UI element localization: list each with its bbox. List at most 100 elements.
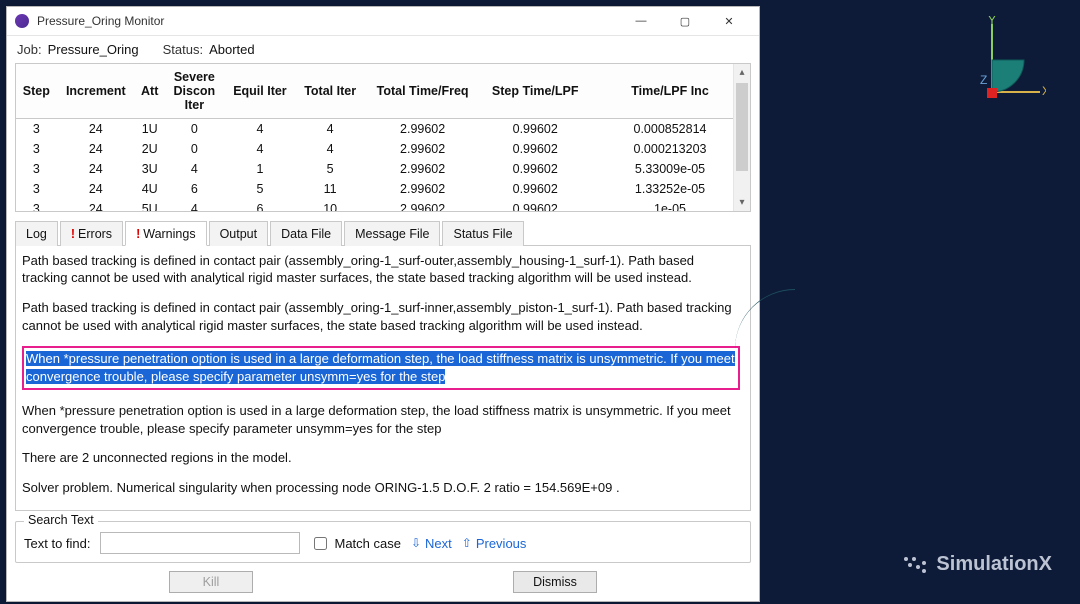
cell-step: 3 [16, 119, 57, 139]
cell-total_time: 2.99602 [365, 159, 481, 179]
tab-message-file[interactable]: Message File [344, 221, 440, 246]
warning-text: Solver problem. Numerical singularity wh… [22, 479, 740, 497]
table-row[interactable]: 3242U0442.996020.996020.000213203 [16, 139, 750, 159]
cell-tlpf_inc: 1e-05 [590, 199, 750, 212]
table-row[interactable]: 3244U65112.996020.996021.33252e-05 [16, 179, 750, 199]
col-att[interactable]: Att [135, 64, 164, 119]
cell-step: 3 [16, 159, 57, 179]
watermark: SimulationX [902, 553, 1052, 576]
search-input[interactable] [100, 532, 300, 554]
cell-total_iter: 5 [296, 159, 365, 179]
cell-total_iter: 10 [296, 199, 365, 212]
col-equil[interactable]: Equil Iter [224, 64, 295, 119]
cell-att: 2U [135, 139, 164, 159]
arrow-up-icon: ⇧ [462, 536, 472, 550]
tab-log[interactable]: Log [15, 221, 58, 246]
cell-step_time: 0.99602 [480, 199, 590, 212]
tab-errors[interactable]: !Errors [60, 221, 123, 246]
arrow-down-icon: ⇩ [411, 536, 421, 550]
table-row[interactable]: 3243U4152.996020.996025.33009e-05 [16, 159, 750, 179]
cell-step: 3 [16, 199, 57, 212]
job-name: Pressure_Oring [48, 42, 139, 57]
cell-severe: 4 [164, 199, 224, 212]
cell-att: 4U [135, 179, 164, 199]
tab-warnings-label: Warnings [143, 227, 195, 241]
minimize-button[interactable]: — [619, 7, 663, 35]
svg-text:Z: Z [980, 73, 987, 87]
match-case-input[interactable] [314, 537, 327, 550]
tab-errors-label: Errors [78, 227, 112, 241]
cell-total_time: 2.99602 [365, 199, 481, 212]
cell-step_time: 0.99602 [480, 179, 590, 199]
table-row[interactable]: 3245U46102.996020.996021e-05 [16, 199, 750, 212]
cell-equil: 6 [224, 199, 295, 212]
cell-severe: 4 [164, 159, 224, 179]
scroll-up-icon[interactable]: ▴ [734, 64, 750, 81]
cell-step_time: 0.99602 [480, 159, 590, 179]
maximize-button[interactable]: ▢ [663, 7, 707, 35]
cell-increment: 24 [57, 179, 135, 199]
warning-text: When *pressure penetration option is use… [22, 402, 740, 437]
titlebar[interactable]: Pressure_Oring Monitor — ▢ ✕ [7, 7, 759, 36]
cell-tlpf_inc: 0.000213203 [590, 139, 750, 159]
cell-total_time: 2.99602 [365, 119, 481, 139]
viewport[interactable]: X Y Z SimulationX [760, 0, 1080, 604]
cell-total_iter: 4 [296, 119, 365, 139]
col-step[interactable]: Step [16, 64, 57, 119]
search-label: Text to find: [24, 536, 90, 551]
cell-tlpf_inc: 1.33252e-05 [590, 179, 750, 199]
col-severe[interactable]: Severe Discon Iter [164, 64, 224, 119]
app-icon [15, 14, 29, 28]
warning-text: There are 2 unconnected regions in the m… [22, 449, 740, 467]
warning-text: Path based tracking is defined in contac… [22, 252, 740, 287]
cell-total_iter: 11 [296, 179, 365, 199]
cell-step: 3 [16, 179, 57, 199]
cell-att: 5U [135, 199, 164, 212]
table-row[interactable]: 3241U0442.996020.996020.000852814 [16, 119, 750, 139]
dialog-buttons: Kill Dismiss [7, 563, 759, 601]
dismiss-button[interactable]: Dismiss [513, 571, 597, 593]
search-group: Search Text Text to find: Match case ⇩Ne… [15, 521, 751, 563]
cell-step_time: 0.99602 [480, 119, 590, 139]
col-step-time[interactable]: Step Time/LPF [480, 64, 590, 119]
svg-text:Y: Y [988, 16, 996, 27]
job-status-row: Job: Pressure_Oring Status: Aborted [7, 36, 759, 63]
scroll-down-icon[interactable]: ▾ [734, 194, 750, 211]
col-increment[interactable]: Increment [57, 64, 135, 119]
cell-total_time: 2.99602 [365, 139, 481, 159]
cell-increment: 24 [57, 199, 135, 212]
cell-severe: 6 [164, 179, 224, 199]
tab-output[interactable]: Output [209, 221, 269, 246]
tab-status-file[interactable]: Status File [442, 221, 523, 246]
cell-severe: 0 [164, 119, 224, 139]
tab-data-file[interactable]: Data File [270, 221, 342, 246]
table-scrollbar[interactable]: ▴ ▾ [733, 64, 750, 211]
col-tlpf-inc[interactable]: Time/LPF Inc [590, 64, 750, 119]
match-case-checkbox[interactable]: Match case [310, 534, 400, 553]
kill-button: Kill [169, 571, 253, 593]
cell-increment: 24 [57, 139, 135, 159]
close-button[interactable]: ✕ [707, 7, 751, 35]
status-label: Status: [163, 42, 203, 57]
cell-increment: 24 [57, 119, 135, 139]
axis-triad-icon: X Y Z [948, 16, 1046, 112]
next-label: Next [425, 536, 452, 551]
col-total-time[interactable]: Total Time/Freq [365, 64, 481, 119]
col-total-iter[interactable]: Total Iter [296, 64, 365, 119]
monitor-dialog: Pressure_Oring Monitor — ▢ ✕ Job: Pressu… [6, 6, 760, 602]
cell-total_iter: 4 [296, 139, 365, 159]
warnings-pane[interactable]: Path based tracking is defined in contac… [15, 246, 751, 511]
cell-att: 3U [135, 159, 164, 179]
cell-att: 1U [135, 119, 164, 139]
tab-warnings[interactable]: !Warnings [125, 221, 207, 246]
next-button[interactable]: ⇩ Next [411, 536, 452, 551]
svg-text:X: X [1042, 84, 1046, 98]
cell-tlpf_inc: 0.000852814 [590, 119, 750, 139]
job-label: Job: [17, 42, 42, 57]
cell-tlpf_inc: 5.33009e-05 [590, 159, 750, 179]
bang-icon: ! [136, 227, 140, 241]
scroll-thumb[interactable] [736, 83, 748, 171]
window-title: Pressure_Oring Monitor [37, 14, 164, 28]
previous-button[interactable]: ⇧Previous [462, 536, 527, 551]
warning-highlighted: When *pressure penetration option is use… [22, 346, 740, 390]
